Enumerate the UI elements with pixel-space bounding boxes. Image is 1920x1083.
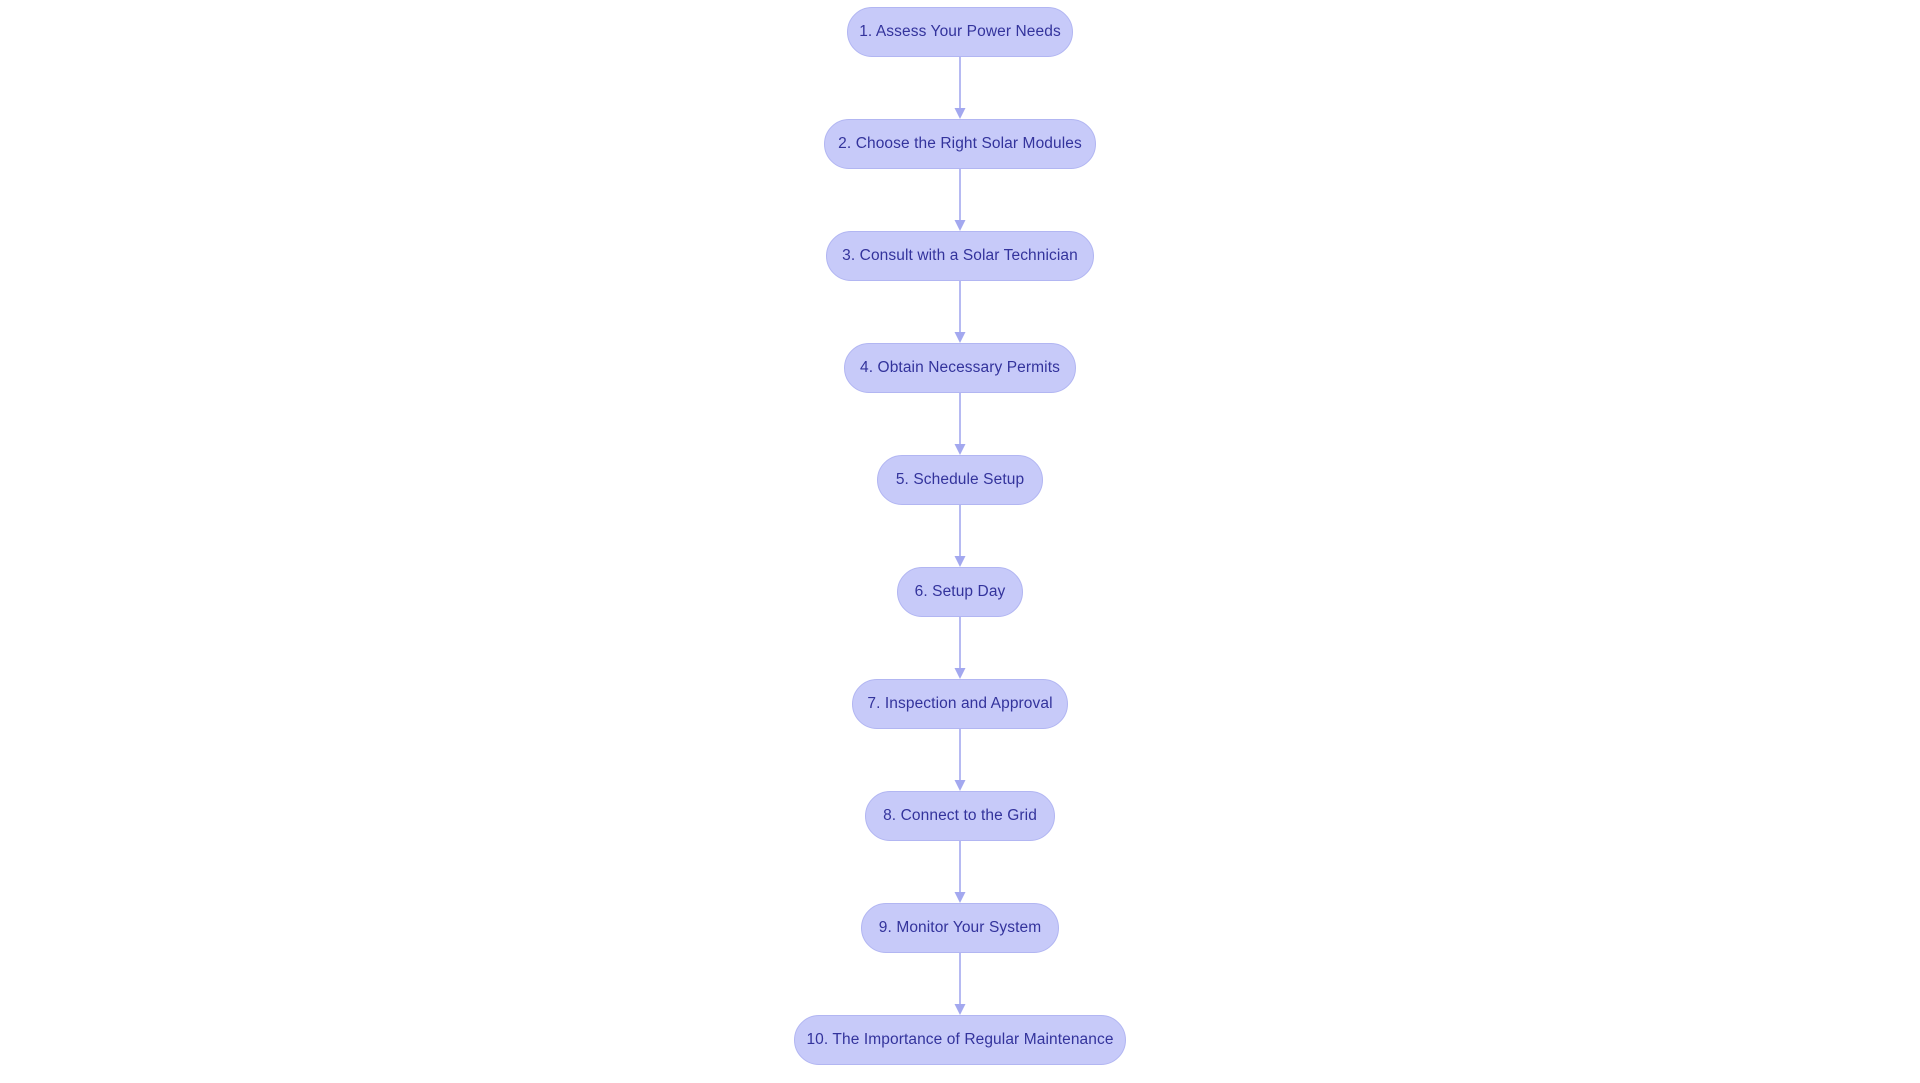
flow-connector-arrow	[949, 281, 971, 343]
flow-node-label: 2. Choose the Right Solar Modules	[838, 135, 1082, 153]
flow-node-step-3[interactable]: 3. Consult with a Solar Technician	[826, 231, 1094, 281]
flowchart-canvas: 1. Assess Your Power Needs 2. Choose the …	[0, 0, 1920, 1083]
flow-connector-arrow	[949, 393, 971, 455]
arrow-icon	[954, 393, 966, 455]
flow-node-label: 3. Consult with a Solar Technician	[842, 247, 1078, 265]
arrow-icon	[954, 505, 966, 567]
flow-node-label: 6. Setup Day	[914, 583, 1006, 601]
flow-node-label: 8. Connect to the Grid	[883, 807, 1037, 825]
arrow-icon	[954, 169, 966, 231]
flow-connector-arrow	[949, 841, 971, 903]
flow-node-label: 10. The Importance of Regular Maintenanc…	[806, 1031, 1114, 1049]
flow-connector-arrow	[949, 505, 971, 567]
arrow-icon	[954, 57, 966, 119]
flow-node-step-9[interactable]: 9. Monitor Your System	[861, 903, 1059, 953]
flow-node-step-5[interactable]: 5. Schedule Setup	[877, 455, 1043, 505]
flow-node-label: 5. Schedule Setup	[895, 471, 1025, 489]
flow-node-step-1[interactable]: 1. Assess Your Power Needs	[847, 7, 1073, 57]
flowchart-node-column: 1. Assess Your Power Needs 2. Choose the …	[0, 0, 1920, 1083]
flow-node-step-8[interactable]: 8. Connect to the Grid	[865, 791, 1055, 841]
flow-node-step-6[interactable]: 6. Setup Day	[897, 567, 1023, 617]
flow-connector-arrow	[949, 953, 971, 1015]
arrow-icon	[954, 729, 966, 791]
arrow-icon	[954, 953, 966, 1015]
flow-node-label: 7. Inspection and Approval	[867, 695, 1053, 713]
flow-connector-arrow	[949, 57, 971, 119]
flow-node-step-2[interactable]: 2. Choose the Right Solar Modules	[824, 119, 1096, 169]
flow-node-step-10[interactable]: 10. The Importance of Regular Maintenanc…	[794, 1015, 1126, 1065]
flow-node-label: 4. Obtain Necessary Permits	[860, 359, 1060, 377]
arrow-icon	[954, 617, 966, 679]
arrow-icon	[954, 281, 966, 343]
flow-connector-arrow	[949, 169, 971, 231]
flow-node-label: 1. Assess Your Power Needs	[859, 23, 1061, 41]
flow-connector-arrow	[949, 729, 971, 791]
flow-node-step-7[interactable]: 7. Inspection and Approval	[852, 679, 1068, 729]
arrow-icon	[954, 841, 966, 903]
flow-connector-arrow	[949, 617, 971, 679]
flow-node-step-4[interactable]: 4. Obtain Necessary Permits	[844, 343, 1076, 393]
flow-node-label: 9. Monitor Your System	[878, 919, 1042, 937]
